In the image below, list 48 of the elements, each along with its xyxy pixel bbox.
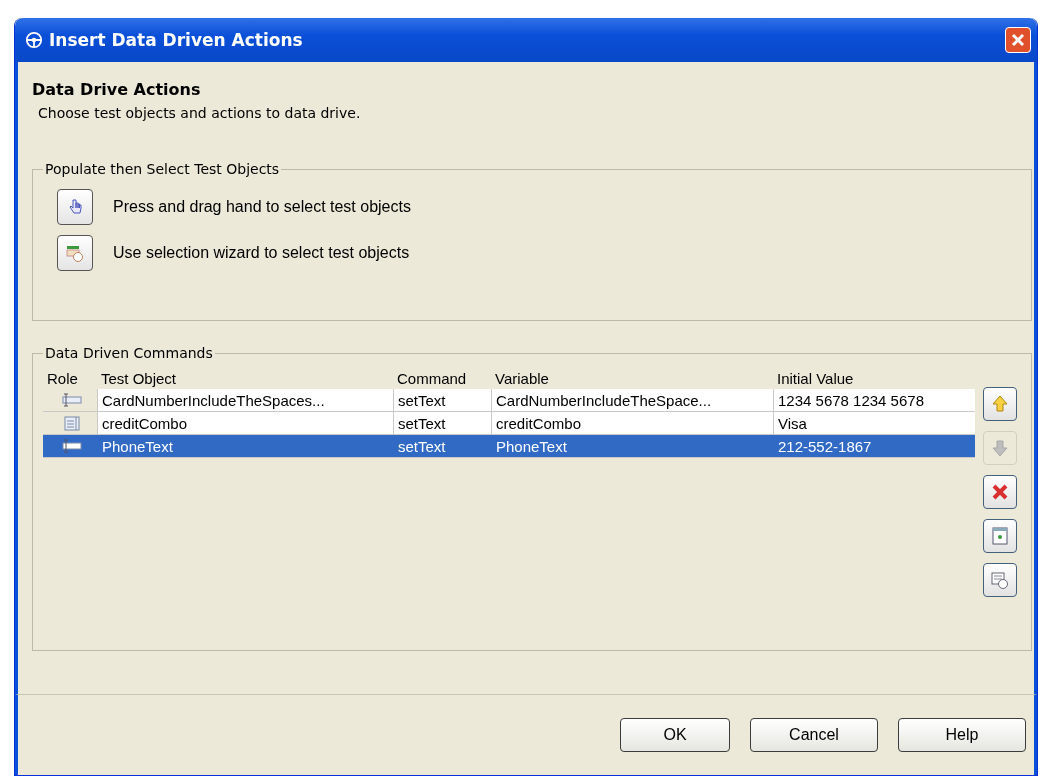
table-cell: creditCombo [97,412,393,434]
delete-button[interactable] [983,475,1017,509]
column-header[interactable]: Command [393,369,491,387]
column-header[interactable]: Role [43,369,97,387]
wizard-button[interactable] [57,235,93,271]
column-header[interactable]: Initial Value [773,369,975,387]
table-row[interactable]: PhoneText setText PhoneText 212-552-1867 [43,435,975,458]
column-header[interactable]: Test Object [97,369,393,387]
table-cell: 1234 5678 1234 5678 [773,389,975,411]
table-row[interactable]: creditCombo setText creditCombo Visa [43,412,975,435]
table-cell: setText [393,389,491,411]
group-legend: Populate then Select Test Objects [43,161,282,177]
option-label: Use selection wizard to select test objects [113,244,410,262]
table-cell-text: PhoneText [495,436,568,457]
combo-box-icon [61,415,83,431]
text-field-icon [61,438,83,454]
hand-button[interactable] [57,189,93,225]
column-header[interactable]: Variable [491,369,773,387]
table-cell: creditCombo [491,412,773,434]
table-cell: CardNumberIncludeTheSpaces... [97,389,393,411]
datapool-button[interactable] [983,519,1017,553]
dialog-button[interactable]: Cancel [750,718,878,752]
group-legend: Data Driven Commands [43,345,215,361]
text-field-icon [61,392,83,408]
wizard-icon [990,570,1010,590]
close-button[interactable] [1005,27,1031,53]
option-label: Press and drag hand to select test objects [113,198,411,216]
table-cell: CardNumberIncludeTheSpace... [491,389,773,411]
up-arrow-icon [990,394,1010,414]
close-icon [1011,33,1025,47]
steering-wheel-icon [25,31,43,49]
move-up-button[interactable] [983,387,1017,421]
wizard-button[interactable] [983,563,1017,597]
section-description: Choose test objects and actions to data drive. [38,105,362,121]
window-icon [990,526,1010,546]
table-cell-text: setText [397,436,447,457]
table-cell-text: PhoneText [101,436,174,457]
table-cell-text: 212-552-1867 [777,436,873,457]
table-cell: setText [393,412,491,434]
table-row[interactable]: CardNumberIncludeTheSpaces... setText CardNumberIncludeTheSpace... 1234 5678 1234 5678 [43,389,975,412]
delete-icon [990,482,1010,502]
section-title: Data Drive Actions [32,80,202,99]
dialog-button[interactable]: Help [898,718,1026,752]
table-cell: Visa [773,412,975,434]
dialog-button[interactable]: OK [620,718,730,752]
window-title: Insert Data Driven Actions [49,30,304,50]
down-arrow-icon [990,438,1010,458]
wizard-icon [65,243,85,263]
